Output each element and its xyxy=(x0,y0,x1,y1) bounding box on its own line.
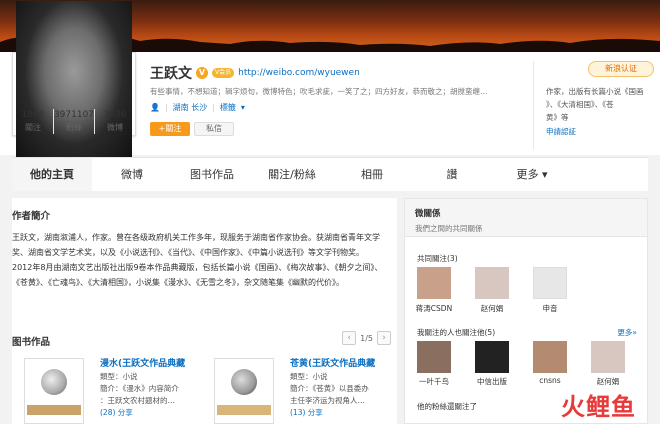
book-title[interactable]: 漫水(王跃文作品典藏 xyxy=(100,358,200,371)
more-link[interactable]: 更多» xyxy=(617,327,637,338)
book-info: 漫水(王跃文作品典藏 類型：小说 簡介：《漫水》内容简介 ：王跃文农村题材的… … xyxy=(100,358,200,419)
stat-fans-label: 粉絲 xyxy=(66,123,82,132)
user-name[interactable]: cnsns xyxy=(525,376,575,385)
avatar[interactable] xyxy=(591,341,625,373)
tab-more-label: 更多 xyxy=(516,168,539,181)
main-column: 作者簡介 王跃文，湖南溆浦人，作家。曾在各级政府机关工作多年，现服务于湖南省作家… xyxy=(12,198,397,424)
tab-books[interactable]: 图书作品 xyxy=(172,158,252,191)
stat-fans-count: 3971107 xyxy=(53,110,95,120)
chevron-down-icon[interactable]: ▾ xyxy=(241,103,245,112)
book-cover[interactable] xyxy=(214,358,274,424)
avatar[interactable] xyxy=(475,341,509,373)
fans-also-follow-title: 他的粉絲還關注了 xyxy=(417,402,477,411)
book-summary: 主任李济运为视角人… xyxy=(290,396,365,405)
prev-page-button[interactable]: ‹ xyxy=(342,331,357,345)
avatar[interactable] xyxy=(533,267,567,299)
tab-more[interactable]: 更多 ▾ xyxy=(492,158,572,191)
apply-certification-link[interactable]: 申請認証 xyxy=(546,126,653,137)
profile-bio: 有些事情，不想知道；辑字烦句，微博特色；吹毛求疵，一笑了之；四方好友，恭而敬之；… xyxy=(150,87,488,96)
tab-album[interactable]: 相冊 xyxy=(332,158,412,191)
intro-title: 作者簡介 xyxy=(12,211,51,222)
avatar[interactable] xyxy=(417,267,451,299)
next-page-button[interactable]: › xyxy=(377,331,391,345)
book-card[interactable]: 漫水(王跃文作品典藏 類型：小说 簡介：《漫水》内容简介 ：王跃文农村题材的… … xyxy=(12,358,197,424)
sidebar-title: 微關係 xyxy=(415,209,441,219)
book-type: 類型：小说 xyxy=(290,372,328,381)
avatar[interactable] xyxy=(475,267,509,299)
action-buttons: +關注 私信 xyxy=(150,122,234,136)
cert-line: 作家，出版有长篇小说《国画 xyxy=(546,87,644,96)
cert-line: 黄》等 xyxy=(546,113,569,122)
avatar[interactable] xyxy=(533,341,567,373)
avatar-card: 1806 關注 3971107 粉絲 3696 微博 xyxy=(12,1,136,157)
stat-following[interactable]: 1806 關注 xyxy=(13,109,54,134)
intro-text: 王跃文，湖南溆浦人，作家。曾在各级政府机关工作多年，现服务于湖南省作家协会。获湖… xyxy=(12,233,383,287)
user-name[interactable]: 中信出版 xyxy=(467,376,517,387)
book-title[interactable]: 苍黄(王跃文作品典藏 xyxy=(290,358,390,371)
stat-weibo[interactable]: 3696 微博 xyxy=(95,109,135,134)
profile-url[interactable]: http://weibo.com/wyuewen xyxy=(238,68,360,78)
sidebar-header: 微關係 我們之間的共同關係 xyxy=(405,199,647,237)
profile-stats: 1806 關注 3971107 粉絲 3696 微博 xyxy=(13,109,135,134)
books-title: 图书作品 xyxy=(12,337,51,348)
stat-following-label: 關注 xyxy=(24,123,41,132)
tab-likes[interactable]: 讚 xyxy=(412,158,492,191)
stat-fans[interactable]: 3971107 粉絲 xyxy=(53,109,96,134)
book-type: 類型：小说 xyxy=(100,372,138,381)
user-name[interactable]: 一叶千鸟 xyxy=(409,376,459,387)
books-header: 图书作品 ‹ 1/5 › xyxy=(12,331,397,348)
certification-button[interactable]: 新浪认证 xyxy=(588,61,654,77)
follow-button[interactable]: +關注 xyxy=(150,122,190,136)
divider: | xyxy=(164,103,168,112)
user-name[interactable]: 申音 xyxy=(525,303,575,314)
tab-follow-fans[interactable]: 關注/粉絲 xyxy=(252,158,332,191)
user-icon: 👤 xyxy=(150,103,160,112)
user-name[interactable]: 赵何娟 xyxy=(467,303,517,314)
page-indicator: 1/5 xyxy=(360,333,373,343)
book-summary: 簡介：《苍黄》以县委办 xyxy=(290,384,369,393)
location-link[interactable]: 湖南 长沙 xyxy=(173,102,208,113)
verified-v-icon[interactable]: V xyxy=(196,67,208,79)
certification-text: 作家，出版有长篇小说《国画 》、《大清相国》、《苍 黄》等 xyxy=(546,85,653,124)
user-name[interactable]: 蒋涛CSDN xyxy=(409,303,459,314)
certification-panel: 新浪认证 作家，出版有长篇小说《国画 》、《大清相国》、《苍 黄》等 申請認証 xyxy=(533,61,654,149)
sidebar-subtitle: 我們之間的共同關係 xyxy=(415,224,483,233)
profile-name: 王跃文 xyxy=(150,66,192,82)
vip-badge[interactable]: V会员 xyxy=(212,68,235,78)
profile-meta: 👤 | 湖南 长沙 | 標籤 ▾ xyxy=(150,102,245,113)
stat-following-count: 1806 xyxy=(21,110,45,120)
avatar[interactable] xyxy=(417,341,451,373)
profile-header: 1806 關注 3971107 粉絲 3696 微博 王跃文 V V会员 htt… xyxy=(0,1,660,157)
book-info: 苍黄(王跃文作品典藏 類型：小说 簡介：《苍黄》以县委办 主任李济运为视角人… … xyxy=(290,358,390,419)
stat-weibo-label: 微博 xyxy=(107,123,124,132)
chevron-down-icon: ▾ xyxy=(541,168,548,181)
tab-weibo[interactable]: 微博 xyxy=(92,158,172,191)
name-row: 王跃文 V V会员 http://weibo.com/wyuewen xyxy=(150,63,360,83)
watermark-logo: 火鲤鱼 xyxy=(561,393,636,421)
stat-weibo-count: 3696 xyxy=(103,110,127,120)
book-cover[interactable] xyxy=(24,358,84,424)
book-summary: 簡介：《漫水》内容简介 xyxy=(100,384,179,393)
book-card[interactable]: 苍黄(王跃文作品典藏 類型：小说 簡介：《苍黄》以县委办 主任李济运为视角人… … xyxy=(202,358,387,424)
tab-home[interactable]: 他的主頁 xyxy=(12,158,92,191)
book-summary: ：王跃文农村题材的… xyxy=(100,396,175,405)
share-link[interactable]: (13) 分享 xyxy=(290,407,390,419)
books-pager: ‹ 1/5 › xyxy=(342,331,391,345)
message-button[interactable]: 私信 xyxy=(194,122,234,136)
user-name[interactable]: 赵何娟 xyxy=(583,376,633,387)
share-link[interactable]: (28) 分享 xyxy=(100,407,200,419)
also-follow-title: 我關注的人也關注他(5) xyxy=(417,328,496,337)
cert-line: 》、《大清相国》、《苍 xyxy=(546,100,614,109)
divider: | xyxy=(212,103,215,112)
tags-dropdown[interactable]: 標籤 xyxy=(220,102,236,113)
common-follow-title: 共同關注(3) xyxy=(417,254,458,263)
profile-tabs: 他的主頁 微博 图书作品 關注/粉絲 相冊 讚 更多 ▾ xyxy=(12,157,648,191)
